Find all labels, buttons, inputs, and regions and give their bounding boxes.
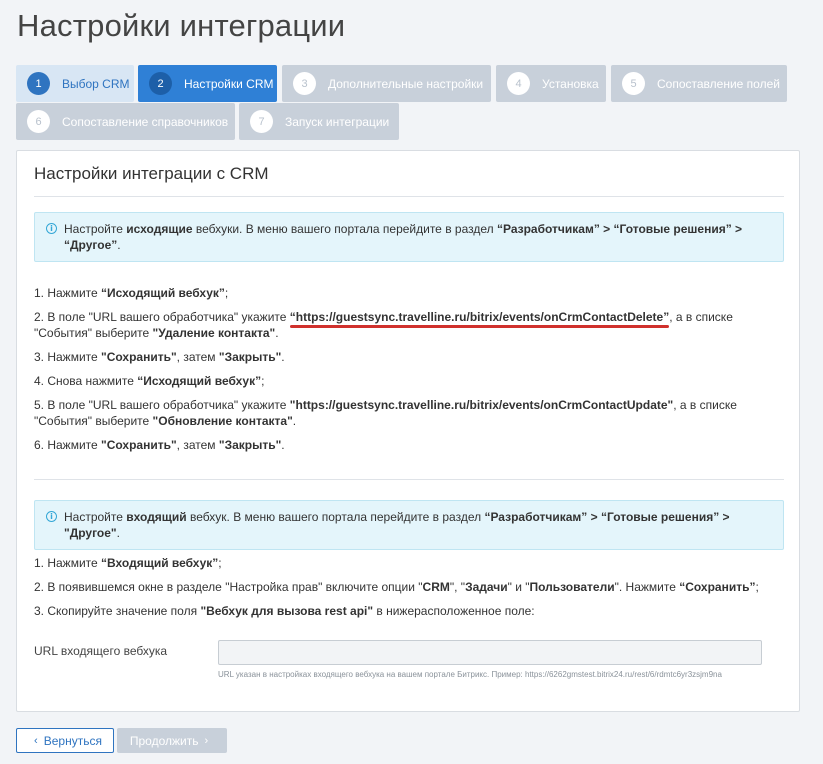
- chevron-right-icon: ›: [204, 734, 209, 747]
- step-label: Сопоставление полей: [657, 76, 780, 91]
- info-icon: i: [46, 223, 57, 234]
- continue-button[interactable]: Продолжить ›: [117, 728, 227, 753]
- step-label: Установка: [542, 76, 599, 91]
- continue-button-label: Продолжить: [129, 733, 199, 748]
- step-label: Сопоставление справочников: [62, 114, 229, 129]
- incoming-instructions: 1. Нажмите “Входящий вебхук”; 2. В появи…: [34, 555, 784, 627]
- divider: [34, 479, 784, 480]
- update-handler-url: "https://guestsync.travelline.ru/bitrix/…: [289, 398, 674, 412]
- alert-text: вебхук. В меню вашего портала перейдите …: [186, 510, 485, 524]
- step-crm-settings[interactable]: 2 Настройки CRM: [138, 65, 277, 102]
- page-title: Настройки интеграции: [17, 8, 346, 43]
- list-item: 4. Снова нажмите “Исходящий вебхук”;: [34, 374, 265, 388]
- alert-text: вебхуки. В меню вашего портала перейдите…: [192, 222, 497, 236]
- divider: [34, 196, 784, 197]
- step-number: 1: [27, 72, 50, 95]
- step-number: 2: [149, 72, 172, 95]
- webhook-url-hint: URL указан в настройках входящего вебхук…: [218, 670, 722, 679]
- step-dictionary-mapping[interactable]: 6 Сопоставление справочников: [16, 103, 235, 140]
- list-item: 5. В поле "URL вашего обработчика" укажи…: [34, 398, 737, 428]
- chevron-left-icon: ‹: [34, 734, 38, 747]
- alert-text: .: [117, 238, 121, 252]
- back-button-label: Вернуться: [43, 733, 102, 748]
- red-underline: [289, 325, 670, 328]
- settings-panel: Настройки интеграции с CRM i Настройте и…: [16, 150, 800, 712]
- step-crm-choice[interactable]: 1 Выбор CRM: [16, 65, 134, 102]
- step-number: 4: [507, 72, 530, 95]
- step-label: Выбор CRM: [62, 76, 130, 91]
- list-item: 2. В появившемся окне в разделе "Настрой…: [34, 580, 759, 594]
- webhook-url-label: URL входящего вебхука: [34, 644, 168, 658]
- alert-bold: входящий: [126, 510, 187, 524]
- step-label: Дополнительные настройки: [328, 76, 484, 91]
- step-number: 3: [293, 72, 316, 95]
- info-icon: i: [46, 511, 57, 522]
- alert-bold: исходящие: [126, 222, 193, 236]
- step-number: 6: [27, 110, 50, 133]
- step-additional-settings[interactable]: 3 Дополнительные настройки: [282, 65, 491, 102]
- alert-text: Настройте: [64, 510, 127, 524]
- list-item: 1. Нажмите “Исходящий вебхук”;: [34, 286, 229, 300]
- webhook-url-input[interactable]: [218, 640, 762, 665]
- list-item: 3. Скопируйте значение поля "Вебхук для …: [34, 604, 535, 618]
- step-field-mapping[interactable]: 5 Сопоставление полей: [611, 65, 787, 102]
- step-label: Настройки CRM: [184, 76, 274, 91]
- delete-handler-url: “https://guestsync.travelline.ru/bitrix/…: [289, 310, 670, 328]
- back-button[interactable]: ‹ Вернуться: [16, 728, 114, 753]
- list-item: 2. В поле "URL вашего обработчика" укажи…: [34, 310, 733, 340]
- incoming-info-alert: i Настройте входящий вебхук. В меню ваше…: [34, 500, 784, 550]
- list-item: 1. Нажмите “Входящий вебхук”;: [34, 556, 222, 570]
- outgoing-info-alert: i Настройте исходящие вебхуки. В меню ва…: [34, 212, 784, 262]
- list-item: 3. Нажмите "Сохранить", затем "Закрыть".: [34, 350, 285, 364]
- alert-text: Настройте: [64, 222, 127, 236]
- step-number: 5: [622, 72, 645, 95]
- step-installation[interactable]: 4 Установка: [496, 65, 606, 102]
- step-launch-integration[interactable]: 7 Запуск интеграции: [239, 103, 399, 140]
- step-label: Запуск интеграции: [285, 114, 390, 129]
- list-item: 6. Нажмите "Сохранить", затем "Закрыть".: [34, 438, 285, 452]
- outgoing-instructions: 1. Нажмите “Исходящий вебхук”; 2. В поле…: [34, 285, 784, 461]
- alert-text: .: [116, 526, 120, 540]
- panel-title: Настройки интеграции с CRM: [34, 164, 269, 183]
- step-number: 7: [250, 110, 273, 133]
